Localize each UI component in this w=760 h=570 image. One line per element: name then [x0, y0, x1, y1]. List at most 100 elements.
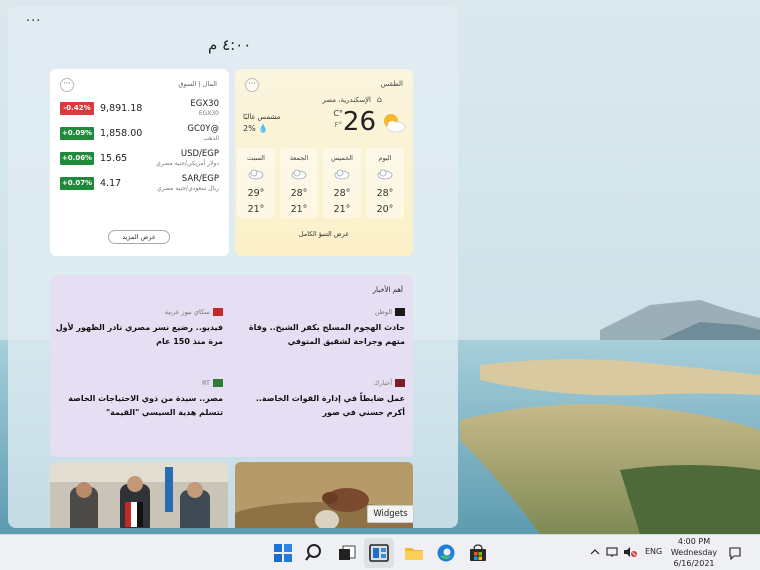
news-item[interactable]: الوطن حادث الهجوم المسلح بكفر الشيخ.. وف…: [235, 307, 405, 349]
stock-price: 15.65: [100, 153, 128, 164]
weather-condition: مشمس غالبًا: [243, 113, 281, 121]
news-source: سكاي نيوز عربية: [53, 307, 223, 318]
notification-icon[interactable]: [728, 546, 742, 560]
stock-name: ريال سعودي/جنيه مصري: [157, 185, 219, 192]
stock-price: 9,891.18: [100, 103, 143, 114]
partly-sunny-icon: [384, 114, 406, 133]
news-photo-meeting: [50, 462, 228, 528]
news-title: مصر.. سيدة من ذوي الاحتياجات الخاصة تتسل…: [68, 394, 223, 417]
file-explorer-icon: [405, 548, 423, 560]
news-source-name: أخبارك: [373, 379, 392, 387]
chevron-up-icon[interactable]: [590, 546, 600, 558]
task-view-button[interactable]: [332, 538, 362, 568]
weather-widget[interactable]: ··· الطقس الإسكندرية، مصر ⌂ 26 C° F° مشم…: [235, 69, 413, 256]
forecast-day-name: الجمعة: [289, 154, 309, 162]
forecast-high: 29°: [247, 188, 265, 199]
stock-price: 4.17: [100, 178, 122, 189]
news-item[interactable]: سكاي نيوز عربية فيديو.. رضيع نسر مصري نا…: [53, 307, 223, 349]
stock-symbol: EGX30: [190, 99, 219, 109]
volume-muted-icon[interactable]: [623, 546, 637, 558]
clock-day: Wednesday: [670, 548, 718, 557]
clock-time: 4:00 PM: [677, 537, 711, 546]
stock-price: 1,858.00: [100, 128, 143, 139]
edge-button[interactable]: [431, 538, 461, 568]
source-logo-icon: [395, 379, 405, 387]
weather-precipitation: 2% 💧: [243, 124, 269, 133]
task-view-icon: [339, 545, 356, 560]
stock-change-badge: +0.06%: [60, 152, 94, 165]
widgets-button[interactable]: [364, 538, 394, 568]
forecast-day[interactable]: السبت 29° 21°: [237, 148, 275, 218]
news-title: عمل ضابطاً في إدارة القوات الخاصة.. أكرم…: [255, 394, 405, 417]
taskbar: ENG 4:00 PM Wednesday 6/16/2021: [0, 534, 760, 570]
unit-fahrenheit-toggle[interactable]: F°: [334, 121, 342, 129]
widgets-icon: [369, 544, 389, 562]
stock-change-badge: +0.09%: [60, 127, 94, 140]
start-icon: [274, 544, 292, 562]
language-indicator[interactable]: ENG: [645, 547, 662, 556]
top-stories-widget[interactable]: أهم الأخبار الوطن حادث الهجوم المسلح بكف…: [50, 275, 413, 457]
home-icon: ⌂: [376, 95, 382, 104]
news-header: أهم الأخبار: [372, 286, 403, 294]
forecast-day[interactable]: الخميس 28° 21°: [323, 148, 361, 218]
forecast-day-name: اليوم: [378, 154, 392, 162]
news-source: RT: [53, 378, 223, 389]
widgets-tooltip: Widgets: [367, 505, 414, 523]
money-header: المال | السوق: [178, 80, 217, 88]
search-icon: [305, 544, 321, 561]
news-item[interactable]: RT مصر.. سيدة من ذوي الاحتياجات الخاصة ت…: [53, 378, 223, 420]
stock-row[interactable]: +0.07% 4.17 SAR/EGP ريال سعودي/جنيه مصري: [58, 174, 220, 196]
news-title: فيديو.. رضيع نسر مصري نادر الظهور لأول م…: [55, 323, 223, 346]
news-image-card[interactable]: [50, 462, 228, 528]
see-full-forecast-link[interactable]: عرض التنبؤ الكامل: [235, 230, 413, 238]
panel-time: ٤:٠٠ م: [208, 36, 252, 54]
forecast-high: 28°: [290, 188, 308, 199]
money-see-more-button[interactable]: عرض المزيد: [108, 230, 170, 244]
forecast-low: 21°: [333, 204, 351, 215]
stock-change-badge: -0.42%: [60, 102, 94, 115]
store-icon: [470, 544, 486, 561]
news-source-name: سكاي نيوز عربية: [164, 308, 210, 316]
widgets-panel: ··· ٤:٠٠ م ··· المال | السوق -0.42% 9,89…: [8, 6, 458, 528]
taskbar-clock[interactable]: 4:00 PM Wednesday 6/16/2021: [668, 536, 720, 569]
cloudy-icon: [291, 169, 307, 180]
news-title: حادث الهجوم المسلح بكفر الشيخ.. وفاة مته…: [248, 323, 405, 346]
weather-header: الطقس: [380, 80, 403, 88]
panel-menu-button[interactable]: ···: [26, 14, 41, 29]
news-source: أخبارك: [235, 378, 405, 389]
forecast-high: 28°: [333, 188, 351, 199]
forecast-low: 21°: [290, 204, 308, 215]
forecast-day-name: الخميس: [331, 154, 353, 162]
store-button[interactable]: [463, 538, 493, 568]
forecast-low: 20°: [376, 204, 394, 215]
news-item[interactable]: أخبارك عمل ضابطاً في إدارة القوات الخاصة…: [235, 378, 405, 420]
unit-celsius-toggle[interactable]: C°: [333, 109, 343, 118]
source-logo-icon: [213, 308, 223, 316]
stock-row[interactable]: +0.06% 15.65 USD/EGP دولار أمريكي/جنيه م…: [58, 149, 220, 171]
money-more-button[interactable]: ···: [60, 78, 74, 92]
forecast-day[interactable]: الجمعة 28° 21°: [280, 148, 318, 218]
stock-row[interactable]: +0.09% 1,858.00 GC0Y@ الذهب: [58, 124, 220, 146]
search-button[interactable]: [300, 538, 330, 568]
stock-symbol: USD/EGP: [180, 149, 219, 159]
news-source: الوطن: [235, 307, 405, 318]
news-source-name: RT: [201, 379, 210, 387]
stock-row[interactable]: -0.42% 9,891.18 EGX30 EGX30: [58, 99, 220, 121]
stock-change-badge: +0.07%: [60, 177, 94, 190]
stock-name: الذهب: [203, 135, 219, 142]
cloudy-icon: [334, 169, 350, 180]
cloudy-icon: [248, 169, 264, 180]
forecast-low: 21°: [247, 204, 265, 215]
network-icon[interactable]: [606, 546, 618, 558]
forecast-day[interactable]: اليوم 28° 20°: [366, 148, 404, 218]
forecast-high: 28°: [376, 188, 394, 199]
stock-symbol: SAR/EGP: [181, 174, 219, 184]
edge-icon: [437, 544, 455, 562]
file-explorer-button[interactable]: [399, 538, 429, 568]
weather-location: الإسكندرية، مصر: [322, 96, 371, 104]
weather-temperature: 26: [342, 107, 376, 137]
weather-more-button[interactable]: ···: [245, 78, 259, 92]
source-logo-icon: [395, 308, 405, 316]
money-widget[interactable]: ··· المال | السوق -0.42% 9,891.18 EGX30 …: [50, 69, 229, 256]
start-button[interactable]: [268, 538, 298, 568]
